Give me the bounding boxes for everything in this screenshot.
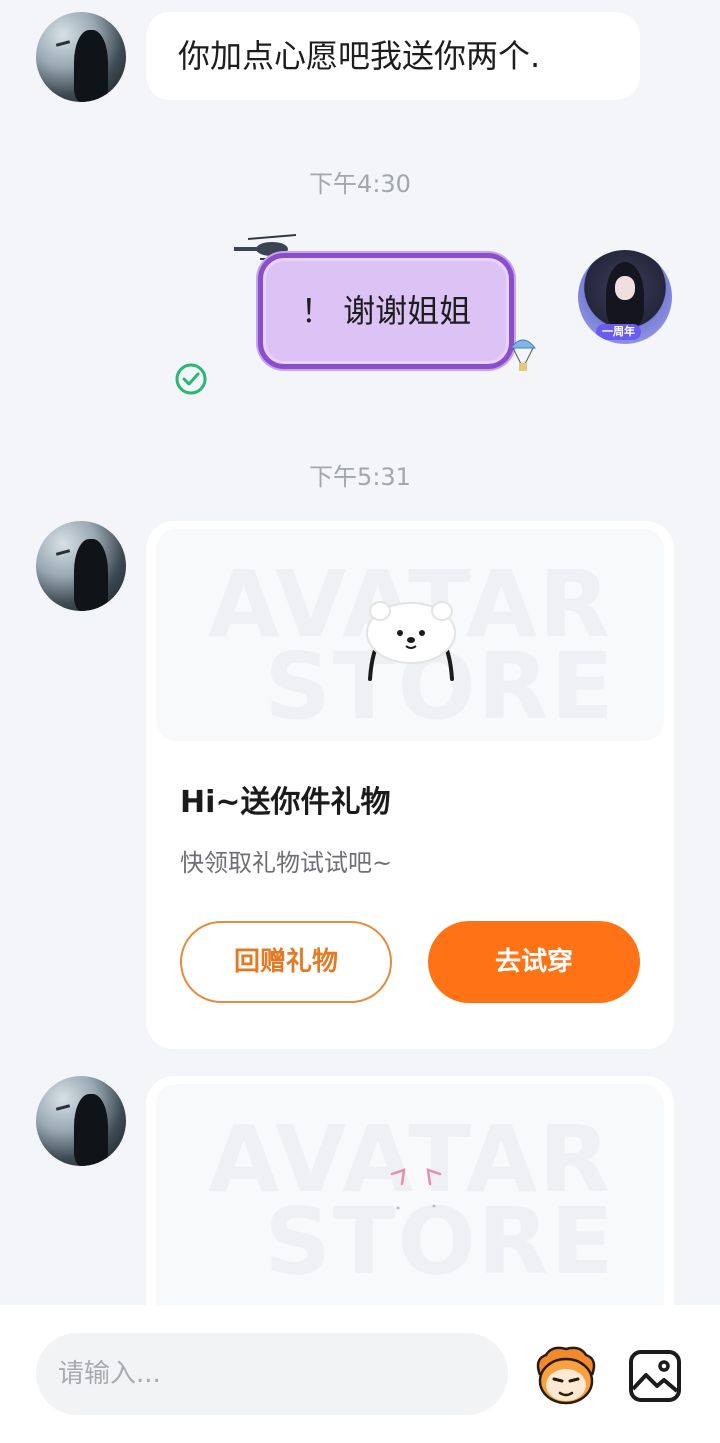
parachute-icon bbox=[509, 339, 537, 371]
emoji-mascot-icon[interactable] bbox=[532, 1345, 600, 1407]
message-input[interactable] bbox=[36, 1333, 508, 1415]
avatar[interactable] bbox=[36, 521, 126, 611]
gift-card[interactable]: AVATAR STORE bbox=[146, 1076, 674, 1305]
image-icon[interactable] bbox=[628, 1349, 682, 1403]
message-bubble-outgoing[interactable]: ！ 谢谢姐姐 bbox=[258, 253, 514, 369]
avatar[interactable] bbox=[36, 1076, 126, 1166]
avatar-self[interactable]: 一周年 bbox=[578, 250, 672, 344]
gift-card-subtitle: 快领取礼物试试吧~ bbox=[180, 849, 393, 877]
timestamp: 下午5:31 bbox=[309, 463, 411, 491]
timestamp: 下午4:30 bbox=[309, 170, 411, 198]
gift-card-title: Hi~送你件礼物 bbox=[180, 785, 391, 820]
try-on-button[interactable]: 去试穿 bbox=[428, 921, 640, 1003]
gift-preview[interactable]: AVATAR STORE bbox=[156, 1084, 664, 1305]
headband-gift-icon bbox=[366, 601, 456, 681]
avatar-badge: 一周年 bbox=[596, 324, 641, 340]
message-bubble-incoming[interactable]: 你加点心愿吧我送你两个. bbox=[146, 12, 640, 100]
input-bar bbox=[0, 1305, 720, 1443]
return-gift-button[interactable]: 回赠礼物 bbox=[180, 921, 392, 1003]
avatar[interactable] bbox=[36, 12, 126, 102]
gift-card[interactable]: AVATAR STORE Hi~送你件礼物 快领取礼物试试吧~ 回赠礼物 去试穿 bbox=[146, 521, 674, 1049]
hair-clip-gift-icon bbox=[390, 1168, 442, 1210]
check-circle-icon bbox=[175, 363, 207, 395]
chat-messages[interactable]: 你加点心愿吧我送你两个. 下午4:30 ！ 谢谢姐姐 一周年 下午5:31 AV… bbox=[0, 0, 720, 1305]
gift-preview[interactable]: AVATAR STORE bbox=[156, 529, 664, 741]
